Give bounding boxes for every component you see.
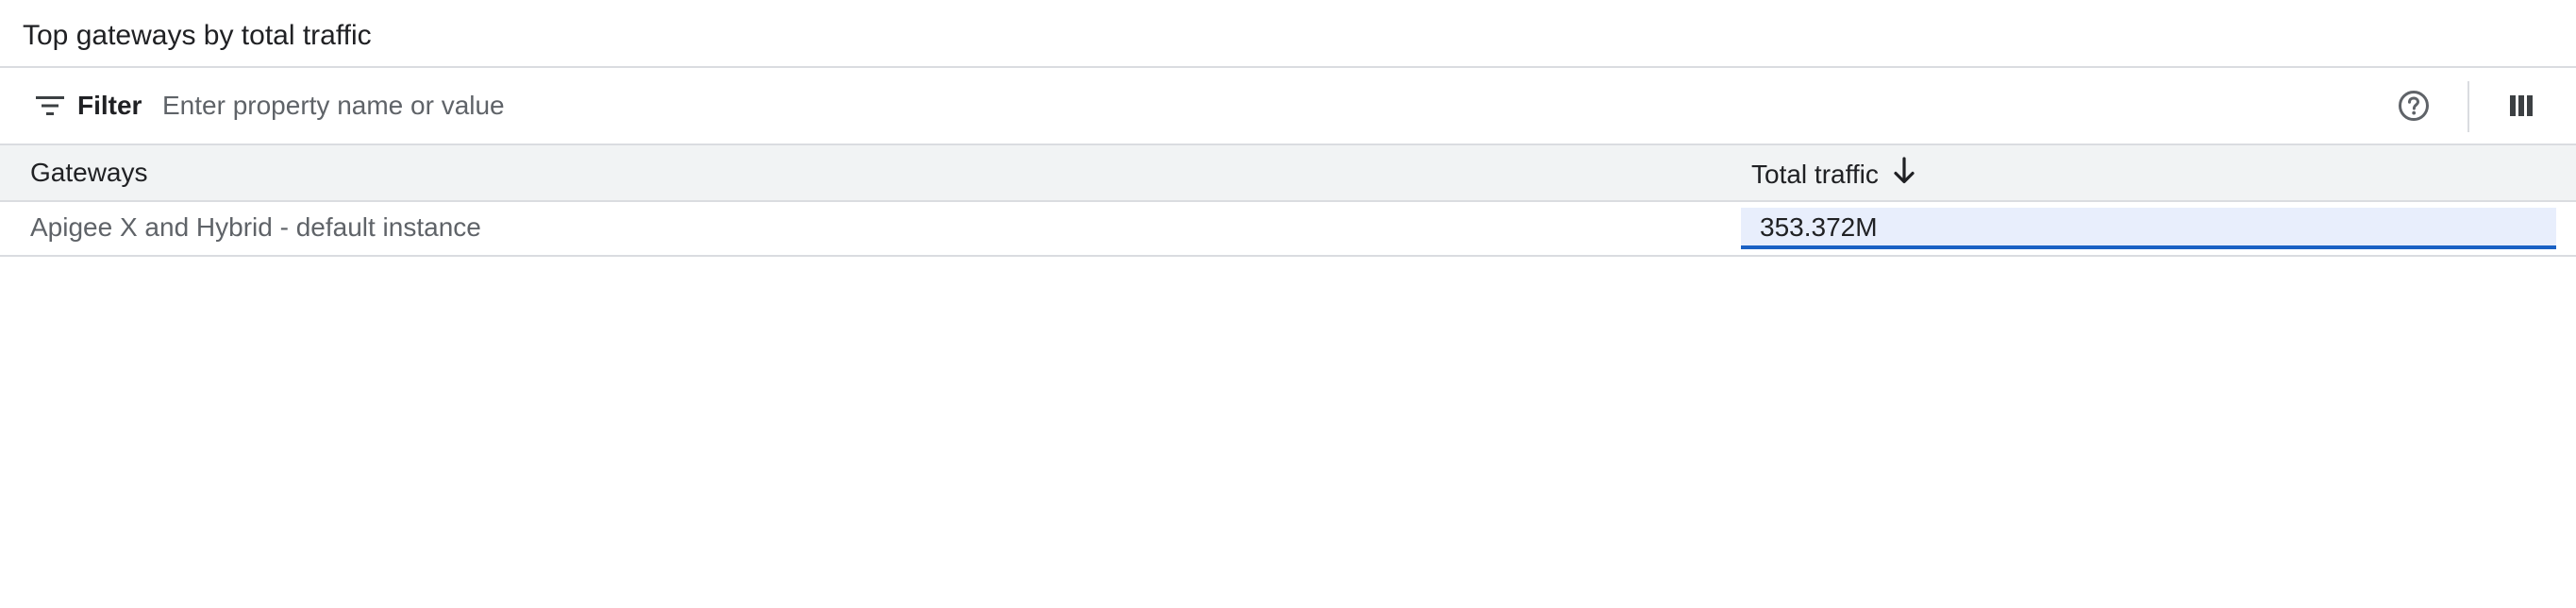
column-header-label: Gateways — [30, 158, 148, 187]
column-header-total-traffic[interactable]: Total traffic — [1751, 157, 1916, 193]
filter-label: Filter — [77, 91, 142, 120]
help-circle-icon — [2398, 90, 2430, 127]
arrow-down-icon — [1892, 157, 1916, 193]
column-display-icon — [2509, 93, 2534, 123]
toolbar-divider — [2467, 81, 2469, 132]
filter-input[interactable] — [162, 87, 1295, 125]
total-traffic-cell: 353.372M — [1741, 208, 2556, 249]
panel-title: Top gateways by total traffic — [23, 20, 372, 51]
column-display-button[interactable] — [2501, 87, 2542, 128]
help-button[interactable] — [2393, 87, 2434, 128]
column-header-label: Total traffic — [1751, 160, 1879, 189]
table-header-row: Gateways Total traffic — [0, 145, 2576, 202]
panel-header: Top gateways by total traffic — [0, 0, 2576, 68]
column-header-gateways[interactable]: Gateways — [30, 157, 148, 189]
filter-toolbar: Filter — [0, 68, 2576, 145]
table-row[interactable]: Apigee X and Hybrid - default instance 3… — [0, 202, 2576, 257]
gateway-cell: Apigee X and Hybrid - default instance — [30, 212, 481, 242]
filter-icon — [36, 94, 64, 117]
filter-button[interactable]: Filter — [28, 83, 149, 128]
top-gateways-panel: Top gateways by total traffic Filter Ent… — [0, 0, 2576, 608]
total-traffic-value: 353.372M — [1760, 212, 1878, 242]
